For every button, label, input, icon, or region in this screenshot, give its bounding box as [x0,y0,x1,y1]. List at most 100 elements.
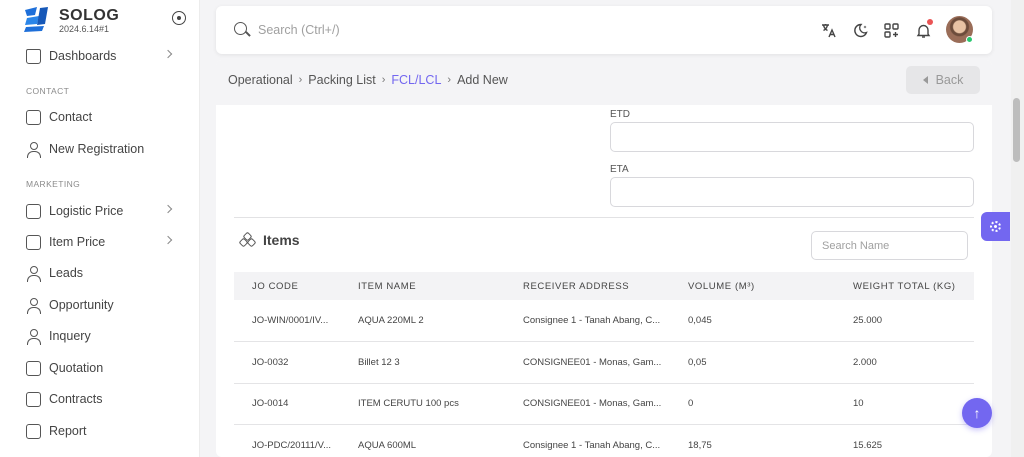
cell-weight: 15.625 [835,424,974,457]
online-status-dot [966,36,973,43]
eta-label: ETA [610,164,629,175]
translate-icon[interactable] [820,22,837,39]
breadcrumb-fcl-lcl[interactable]: FCL/LCL [391,73,441,87]
sidebar-item-contact[interactable]: Contact [0,102,200,132]
scrollbar-thumb[interactable] [1013,98,1020,162]
breadcrumb-separator: › [298,74,303,86]
sidebar-item-label: Inquery [49,329,91,343]
back-button[interactable]: Back [906,66,980,94]
breadcrumb-packing-list[interactable]: Packing List [308,73,375,87]
items-title: Items [263,232,300,248]
table-header-row: JO CODE ITEM NAME RECEIVER ADDRESS VOLUM… [234,272,974,300]
chevron-right-icon [163,49,173,59]
breadcrumb-operational[interactable]: Operational [228,73,293,87]
sidebar-item-opportunity[interactable]: Opportunity [0,290,200,320]
sidebar-item-dashboards[interactable]: Dashboards [0,41,200,71]
sidebar-item-item-price[interactable]: Item Price [0,227,200,257]
cell-receiver-address: CONSIGNEE01 - Monas, Gam... [505,383,670,425]
user-question-icon [26,328,41,345]
chevron-right-icon [163,204,173,214]
home-icon [26,48,41,64]
column-header[interactable]: WEIGHT TOTAL (KG) [835,272,974,300]
cell-jo-code: JO-0032 [234,341,340,384]
cell-weight: 2.000 [835,341,974,384]
sidebar-item-label: Item Price [49,235,106,249]
sidebar-item-label: Report [49,424,87,438]
cell-volume: 0,045 [670,300,835,342]
sidebar-toggle-icon[interactable] [172,11,186,25]
sidebar-item-label: Contact [49,110,93,124]
top-navbar [216,6,992,54]
search-name-input[interactable] [811,231,968,260]
contract-icon [26,391,41,407]
user-icon [26,141,41,158]
sidebar-item-label: Leads [49,266,84,280]
eta-field[interactable] [610,177,974,207]
sidebar-item-new-registration[interactable]: New Registration [0,134,200,164]
items-header: Items [238,231,300,248]
sidebar-item-leads[interactable]: Leads [0,258,200,288]
sidebar-item-label: Opportunity [49,298,114,312]
user-check-icon [26,265,41,282]
scroll-to-top-button[interactable]: ↑ [962,398,992,428]
cell-item-name: ITEM CERUTU 100 pcs [340,383,505,425]
sidebar-item-label: Contracts [49,392,103,406]
brand-version: 2024.6.14#1 [59,23,110,34]
table-row[interactable]: JO-PDC/20111/V... AQUA 600ML Consignee 1… [234,424,974,457]
handshake-icon [26,297,41,314]
cell-receiver-address: Consignee 1 - Tanah Abang, C... [505,424,670,457]
brand-name: SOLOG [59,6,120,24]
breadcrumb-separator: › [381,74,386,86]
cell-jo-code: JO-0014 [234,383,340,425]
cell-item-name: Billet 12 3 [340,341,505,384]
sidebar: SOLOG 2024.6.14#1 Dashboards CONTACT Con… [0,0,200,457]
table-row[interactable]: JO-WIN/0001/IV... AQUA 220ML 2 Consignee… [234,300,974,342]
column-header[interactable]: RECEIVER ADDRESS [505,272,670,300]
cell-item-name: AQUA 600ML [340,424,505,457]
items-table: JO CODE ITEM NAME RECEIVER ADDRESS VOLUM… [234,272,974,457]
sidebar-item-logistic-price[interactable]: Logistic Price [0,196,200,226]
basket-icon [26,234,41,250]
column-header[interactable]: VOLUME (M³) [670,272,835,300]
chevron-right-icon [163,235,173,245]
brand[interactable]: SOLOG 2024.6.14#1 [22,4,119,36]
sidebar-item-quotation[interactable]: Quotation [0,353,200,383]
etd-label: ETD [610,109,630,120]
cell-weight: 25.000 [835,300,974,342]
sidebar-item-label: Quotation [49,361,104,375]
etd-field[interactable] [610,122,974,152]
sidebar-item-label: Logistic Price [49,204,124,218]
clipboard-icon [26,423,41,439]
sidebar-item-report[interactable]: Report [0,416,200,446]
breadcrumb-separator: › [447,74,452,86]
sidebar-item-label: New Registration [49,142,145,156]
cell-jo-code: JO-PDC/20111/V... [234,424,340,457]
cell-receiver-address: Consignee 1 - Tanah Abang, C... [505,300,670,342]
table-row[interactable]: JO-0014 ITEM CERUTU 100 pcs CONSIGNEE01 … [234,383,974,425]
moon-icon[interactable] [852,22,869,39]
sidebar-item-label: Dashboards [49,49,117,63]
customizer-settings-button[interactable] [981,212,1010,241]
search-icon[interactable] [234,22,247,35]
table-row[interactable]: JO-0032 Billet 12 3 CONSIGNEE01 - Monas,… [234,341,974,384]
search-input[interactable] [258,20,558,40]
notification-dot [927,19,933,25]
cell-item-name: AQUA 220ML 2 [340,300,505,342]
column-header[interactable]: JO CODE [234,272,340,300]
cell-volume: 0 [670,383,835,425]
cell-jo-code: JO-WIN/0001/IV... [234,300,340,342]
section-divider [234,217,974,218]
arrow-up-icon: ↑ [973,405,981,421]
cell-receiver-address: CONSIGNEE01 - Monas, Gam... [505,341,670,384]
back-button-label: Back [935,73,964,87]
grid-plus-icon[interactable] [883,22,900,39]
main-card: Operational › Packing List › FCL/LCL › A… [216,60,992,457]
sidebar-item-contracts[interactable]: Contracts [0,384,200,414]
sidebar-item-inquery[interactable]: Inquery [0,321,200,351]
breadcrumb-add-new: Add New [457,73,508,87]
quotation-icon [26,360,41,376]
section-contact: CONTACT [26,86,70,96]
column-header[interactable]: ITEM NAME [340,272,505,300]
page-scrollbar[interactable] [1011,0,1024,457]
section-marketing: MARKETING [26,179,81,189]
